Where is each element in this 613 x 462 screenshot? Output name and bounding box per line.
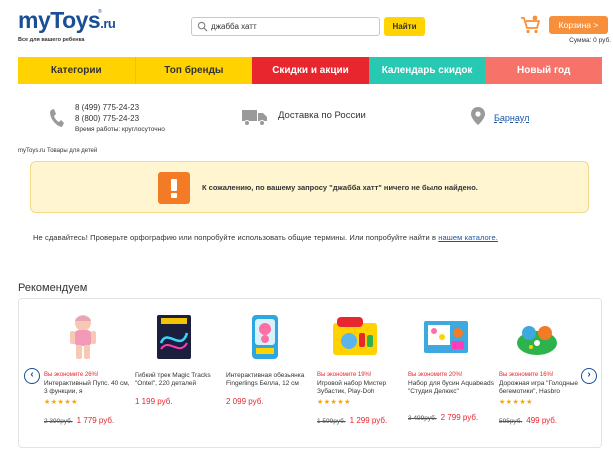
product-old-price: 3 499руб.	[408, 414, 437, 422]
nav-categories[interactable]: Категории	[18, 57, 135, 84]
location-pin-icon	[471, 107, 485, 125]
site-logo[interactable]: myToys.ru ® Все для вашего ребенка	[18, 8, 118, 44]
product-old-price: 1 599руб.	[317, 417, 346, 425]
product-price: 1 779 руб.	[76, 415, 115, 425]
product-card[interactable]: Интерактивная обезьянка Fingerlings Белл…	[226, 313, 312, 409]
product-name[interactable]: Интерактивный Пупс. 40 см, 3 функции, я	[44, 380, 130, 396]
recommend-carousel: ‹ Вы экономите 26%! Интерактивный Пупс. …	[18, 298, 602, 448]
no-results-alert: К сожалению, по вашему запросу "джабба х…	[30, 161, 589, 213]
product-rating: ★★★★★	[499, 398, 533, 406]
product-card[interactable]: Вы экономите 20%! Набор для бусин Aquabe…	[408, 313, 494, 425]
product-price: 499 руб.	[526, 415, 558, 425]
nav-new-year[interactable]: Новый год	[485, 57, 602, 84]
product-promo: Вы экономите 19%!	[317, 372, 372, 378]
logo-tagline: Все для вашего ребенка	[18, 37, 85, 43]
cart-icon[interactable]	[520, 15, 542, 35]
product-price: 1 199 руб.	[135, 397, 173, 406]
product-price: 2 799 руб.	[440, 412, 479, 422]
product-image	[70, 315, 96, 359]
search-button[interactable]: Найти	[384, 17, 425, 36]
arrow-left-icon[interactable]: ‹	[24, 368, 40, 384]
product-card[interactable]: Вы экономите 19%! Игровой набор Мистер З…	[317, 313, 403, 428]
truck-icon	[242, 110, 267, 126]
search-box[interactable]	[191, 17, 380, 36]
product-old-price: 595руб.	[499, 417, 523, 425]
search-input[interactable]	[211, 19, 371, 34]
nav-sales[interactable]: Скидки и акции	[252, 57, 369, 84]
product-card[interactable]: Вы экономите 26%! Интерактивный Пупс. 40…	[44, 313, 130, 428]
product-name[interactable]: Интерактивная обезьянка Fingerlings Белл…	[226, 372, 312, 388]
nav-discount-calendar[interactable]: Календарь скидок	[368, 57, 486, 84]
warning-icon	[158, 172, 190, 204]
product-price: 2 099 руб.	[226, 397, 264, 406]
product-name[interactable]: Игровой набор Мистер Зубастик, Play-Doh	[317, 380, 403, 396]
search-icon	[197, 21, 208, 32]
catalog-link[interactable]: нашем каталоге.	[438, 233, 498, 242]
product-promo: Вы экономите 26%!	[44, 372, 99, 378]
product-name[interactable]: Набор для бусин Aquabeads "Студия Делюкс…	[408, 380, 494, 396]
contact-phones: 8 (499) 775-24-23 8 (800) 775-24-23 Врем…	[75, 102, 165, 135]
product-image	[333, 317, 377, 355]
breadcrumb[interactable]: myToys.ru Товары для детей	[18, 148, 97, 154]
search-hint: Не сдавайтесь! Проверьте орфографию или …	[33, 233, 498, 242]
product-name[interactable]: Дорожная игра "Голодные бегемотики", Has…	[499, 380, 585, 396]
product-image	[424, 321, 468, 353]
product-rating: ★★★★★	[317, 398, 351, 406]
logo-text: myToys	[18, 7, 101, 33]
search-hint-text: Не сдавайтесь! Проверьте орфографию или …	[33, 233, 439, 242]
logo-trademark: ®	[98, 9, 102, 15]
city-selector[interactable]: Барнаул	[494, 113, 529, 123]
arrow-right-icon[interactable]: ›	[581, 368, 597, 384]
product-name[interactable]: Гибкий трек Magic Tracks "Ontel", 220 де…	[135, 372, 221, 388]
recommend-title: Рекомендуем	[18, 282, 88, 294]
product-image	[157, 315, 191, 359]
product-promo: Вы экономите 16%!	[499, 372, 554, 378]
product-card[interactable]: Гибкий трек Magic Tracks "Ontel", 220 де…	[135, 313, 221, 409]
cart-sum: Сумма: 0 руб.	[569, 37, 611, 44]
delivery-info[interactable]: Доставка по России	[278, 110, 366, 121]
product-card[interactable]: Вы экономите 16%! Дорожная игра "Голодны…	[499, 313, 585, 428]
product-image	[517, 326, 557, 355]
working-hours: Время работы: круглосуточно	[75, 126, 165, 133]
logo-domain: .ru	[100, 16, 116, 31]
nav-top-brands[interactable]: Топ бренды	[134, 57, 253, 84]
no-results-message: К сожалению, по вашему запросу "джабба х…	[202, 183, 478, 192]
product-image	[252, 315, 278, 359]
product-promo: Вы экономите 20%!	[408, 372, 463, 378]
product-price: 1 299 руб.	[349, 415, 388, 425]
main-nav: Категории Топ бренды Скидки и акции Кале…	[18, 57, 602, 84]
cart-button[interactable]: Корзина >	[549, 16, 608, 34]
product-rating: ★★★★★	[44, 398, 78, 406]
phone-number-2[interactable]: 8 (800) 775-24-23	[75, 113, 165, 124]
product-old-price: 2 390руб.	[44, 417, 73, 425]
phone-icon	[50, 109, 64, 127]
phone-number-1[interactable]: 8 (499) 775-24-23	[75, 102, 165, 113]
